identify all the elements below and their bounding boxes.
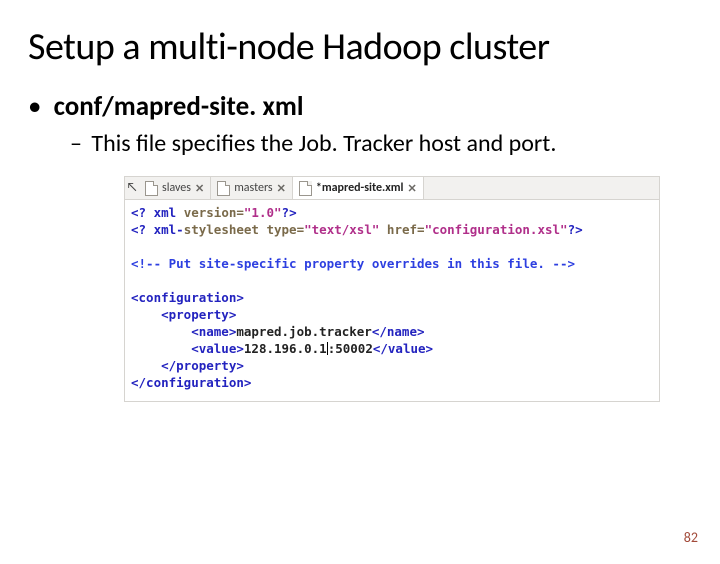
tab-label: slaves: [162, 181, 191, 195]
page-number: 82: [684, 529, 698, 546]
file-icon: [145, 181, 158, 196]
xml-pi-close: ?>: [568, 222, 583, 237]
xml-str: "text/xsl": [304, 222, 387, 237]
xml-str: "1.0": [244, 205, 282, 220]
close-icon[interactable]: ✕: [195, 182, 204, 195]
tag-configuration-close: </configuration>: [131, 375, 251, 390]
tab-bar: ↖ slaves ✕ masters ✕ *mapred-site.xml ✕: [124, 176, 660, 199]
tab-masters[interactable]: masters ✕: [211, 177, 293, 199]
xml-attr: type=: [266, 222, 304, 237]
text-mapred-job-tracker: mapred.job.tracker: [236, 324, 371, 339]
file-icon: [299, 181, 312, 196]
bullet-level-1: conf/mapred-site. xml: [50, 90, 680, 123]
tab-label: *mapred-site.xml: [316, 181, 404, 195]
xml-comment: <!-- Put site-specific property override…: [131, 256, 575, 271]
tag-name-close: </name>: [372, 324, 425, 339]
xml-pi-name: stylesheet: [184, 222, 267, 237]
xml-str: "configuration.xsl": [425, 222, 568, 237]
xml-attr: version=: [184, 205, 244, 220]
xml-attr: href=: [387, 222, 425, 237]
tag-configuration-open: <configuration>: [131, 290, 244, 305]
file-icon: [217, 181, 230, 196]
bullet-level-2: This file specifies the Job. Tracker hos…: [92, 129, 680, 158]
xml-decl-close: ?>: [282, 205, 297, 220]
text-ip: 128.196.0.1: [244, 341, 327, 356]
tag-name-open: <name>: [131, 324, 236, 339]
mouse-cursor-icon: ↖: [125, 181, 139, 195]
close-icon[interactable]: ✕: [407, 182, 416, 195]
tag-property-close: </property>: [131, 358, 244, 373]
xml-decl-open: <? xml: [131, 205, 184, 220]
tab-label: masters: [234, 181, 272, 195]
tag-value-open: <value>: [131, 341, 244, 356]
code-editor: ↖ slaves ✕ masters ✕ *mapred-site.xml ✕ …: [124, 176, 660, 402]
tab-slaves[interactable]: slaves ✕: [139, 177, 211, 199]
text-port: :50002: [328, 341, 373, 356]
xml-pi-open: <? xml-: [131, 222, 184, 237]
tag-value-close: </value>: [373, 341, 433, 356]
close-icon[interactable]: ✕: [277, 182, 286, 195]
code-area[interactable]: <? xml version="1.0"?> <? xml-stylesheet…: [124, 199, 660, 402]
tag-property-open: <property>: [131, 307, 236, 322]
tab-mapred-site[interactable]: *mapred-site.xml ✕: [293, 177, 424, 199]
slide-title: Setup a multi-node Hadoop cluster: [28, 24, 702, 70]
